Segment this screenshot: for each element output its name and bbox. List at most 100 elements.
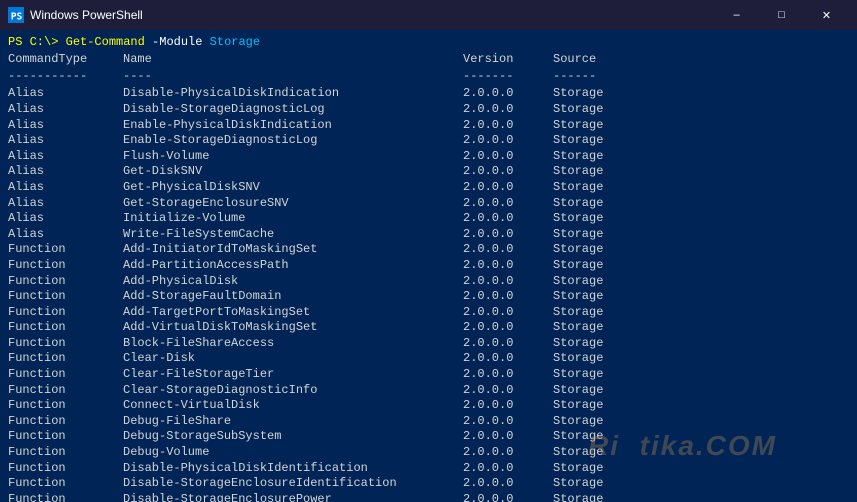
row-version: 2.0.0.0	[463, 102, 553, 118]
row-cmdtype: Function	[8, 492, 123, 502]
row-source: Storage	[553, 445, 603, 461]
row-cmdtype: Alias	[8, 227, 123, 243]
row-version: 2.0.0.0	[463, 289, 553, 305]
row-version: 2.0.0.0	[463, 180, 553, 196]
row-source: Storage	[553, 149, 603, 165]
table-row: Function Clear-Disk 2.0.0.0 Storage	[8, 351, 849, 367]
maximize-button[interactable]: □	[759, 0, 804, 30]
row-name: Add-TargetPortToMaskingSet	[123, 305, 463, 321]
minimize-button[interactable]: –	[714, 0, 759, 30]
row-version: 2.0.0.0	[463, 445, 553, 461]
table-row: Alias Flush-Volume 2.0.0.0 Storage	[8, 149, 849, 165]
row-cmdtype: Function	[8, 289, 123, 305]
row-version: 2.0.0.0	[463, 492, 553, 502]
row-name: Debug-FileShare	[123, 414, 463, 430]
header-cmdtype: CommandType	[8, 52, 123, 68]
module-value: Storage	[210, 35, 260, 49]
row-name: Get-DiskSNV	[123, 164, 463, 180]
row-source: Storage	[553, 258, 603, 274]
row-cmdtype: Alias	[8, 211, 123, 227]
table-row: Function Add-InitiatorIdToMaskingSet 2.0…	[8, 242, 849, 258]
terminal[interactable]: PS C:\> Get-Command -Module Storage Comm…	[0, 30, 857, 502]
command-flag: -Module	[152, 35, 202, 49]
row-version: 2.0.0.0	[463, 367, 553, 383]
row-cmdtype: Alias	[8, 196, 123, 212]
row-cmdtype: Alias	[8, 86, 123, 102]
row-source: Storage	[553, 274, 603, 290]
row-name: Disable-PhysicalDiskIndication	[123, 86, 463, 102]
row-cmdtype: Alias	[8, 149, 123, 165]
table-row: Function Add-PhysicalDisk 2.0.0.0 Storag…	[8, 274, 849, 290]
row-source: Storage	[553, 133, 603, 149]
row-cmdtype: Function	[8, 461, 123, 477]
table-row: Function Debug-Volume 2.0.0.0 Storage	[8, 445, 849, 461]
sep-name: ----	[123, 69, 463, 85]
sep-version: -------	[463, 69, 553, 85]
row-name: Add-VirtualDiskToMaskingSet	[123, 320, 463, 336]
row-cmdtype: Function	[8, 242, 123, 258]
powershell-icon: PS	[8, 7, 24, 23]
table-row: Alias Disable-StorageDiagnosticLog 2.0.0…	[8, 102, 849, 118]
row-cmdtype: Function	[8, 398, 123, 414]
table-separator: ----------- ---- ------- ------	[8, 69, 849, 85]
row-name: Disable-StorageDiagnosticLog	[123, 102, 463, 118]
row-cmdtype: Function	[8, 336, 123, 352]
row-source: Storage	[553, 289, 603, 305]
row-cmdtype: Alias	[8, 102, 123, 118]
row-version: 2.0.0.0	[463, 476, 553, 492]
row-version: 2.0.0.0	[463, 383, 553, 399]
row-source: Storage	[553, 86, 603, 102]
row-version: 2.0.0.0	[463, 274, 553, 290]
table-row: Function Add-VirtualDiskToMaskingSet 2.0…	[8, 320, 849, 336]
table-row: Alias Get-DiskSNV 2.0.0.0 Storage	[8, 164, 849, 180]
row-name: Clear-StorageDiagnosticInfo	[123, 383, 463, 399]
row-version: 2.0.0.0	[463, 398, 553, 414]
row-version: 2.0.0.0	[463, 414, 553, 430]
row-cmdtype: Function	[8, 320, 123, 336]
table-row: Function Debug-FileShare 2.0.0.0 Storage	[8, 414, 849, 430]
table-row: Alias Enable-StorageDiagnosticLog 2.0.0.…	[8, 133, 849, 149]
row-name: Disable-PhysicalDiskIdentification	[123, 461, 463, 477]
close-button[interactable]: ✕	[804, 0, 849, 30]
row-name: Debug-Volume	[123, 445, 463, 461]
header-name: Name	[123, 52, 463, 68]
ps-prompt: PS C:\>	[8, 35, 58, 49]
row-name: Add-InitiatorIdToMaskingSet	[123, 242, 463, 258]
row-cmdtype: Alias	[8, 164, 123, 180]
window-controls: – □ ✕	[714, 0, 849, 30]
row-name: Flush-Volume	[123, 149, 463, 165]
row-version: 2.0.0.0	[463, 461, 553, 477]
row-source: Storage	[553, 383, 603, 399]
svg-text:PS: PS	[11, 11, 23, 22]
sep-source: ------	[553, 69, 596, 85]
row-source: Storage	[553, 429, 603, 445]
row-source: Storage	[553, 118, 603, 134]
row-version: 2.0.0.0	[463, 351, 553, 367]
table-row: Alias Get-PhysicalDiskSNV 2.0.0.0 Storag…	[8, 180, 849, 196]
command-line: PS C:\> Get-Command -Module Storage	[8, 34, 849, 50]
table-row: Function Disable-StorageEnclosurePower 2…	[8, 492, 849, 502]
table-row: Function Clear-StorageDiagnosticInfo 2.0…	[8, 383, 849, 399]
header-version: Version	[463, 52, 553, 68]
row-version: 2.0.0.0	[463, 196, 553, 212]
header-source: Source	[553, 52, 596, 68]
row-name: Block-FileShareAccess	[123, 336, 463, 352]
table-row: Function Block-FileShareAccess 2.0.0.0 S…	[8, 336, 849, 352]
sep-cmdtype: -----------	[8, 69, 123, 85]
row-cmdtype: Alias	[8, 133, 123, 149]
table-body: Alias Disable-PhysicalDiskIndication 2.0…	[8, 86, 849, 502]
row-version: 2.0.0.0	[463, 305, 553, 321]
row-cmdtype: Function	[8, 445, 123, 461]
row-name: Debug-StorageSubSystem	[123, 429, 463, 445]
row-version: 2.0.0.0	[463, 118, 553, 134]
table-header: CommandType Name Version Source	[8, 52, 849, 68]
row-name: Add-PhysicalDisk	[123, 274, 463, 290]
row-source: Storage	[553, 320, 603, 336]
table-row: Function Disable-PhysicalDiskIdentificat…	[8, 461, 849, 477]
row-name: Clear-FileStorageTier	[123, 367, 463, 383]
row-source: Storage	[553, 242, 603, 258]
row-source: Storage	[553, 492, 603, 502]
row-source: Storage	[553, 227, 603, 243]
row-source: Storage	[553, 351, 603, 367]
row-name: Disable-StorageEnclosurePower	[123, 492, 463, 502]
